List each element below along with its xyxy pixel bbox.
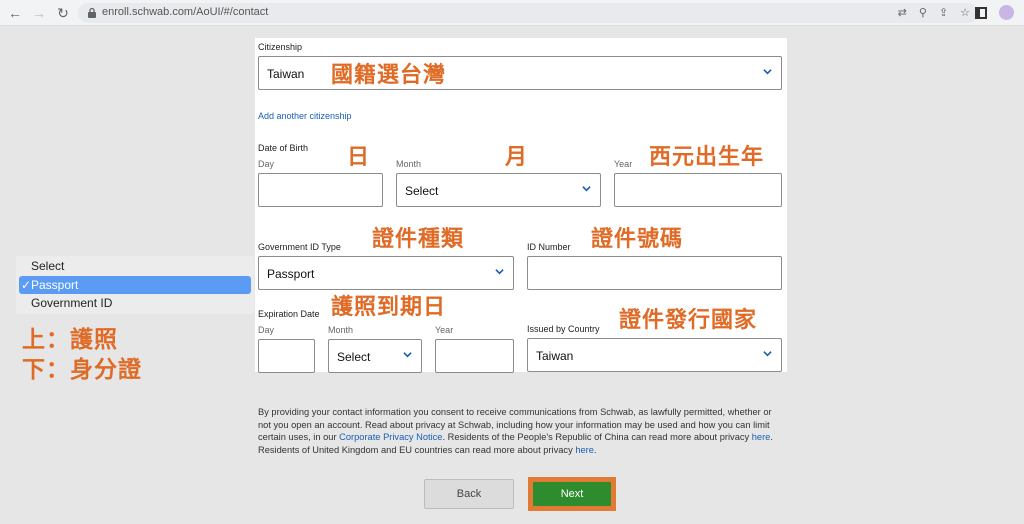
next-button[interactable]: Next [533, 482, 611, 506]
address-bar[interactable]: enroll.schwab.com/AoUI/#/contact ⇄ ⚲ ⇪ ☆ [78, 3, 978, 23]
dob-month-value: Select [405, 184, 439, 198]
uk-eu-privacy-link[interactable]: here [575, 445, 594, 455]
chevron-down-icon [582, 186, 591, 192]
option-passport[interactable]: ✓ Passport [19, 276, 251, 294]
contact-form: Citizenship Taiwan 國籍選台灣 Add another cit… [255, 38, 787, 373]
url-text: enroll.schwab.com/AoUI/#/contact [102, 6, 269, 18]
gov-id-type-value: Passport [267, 267, 315, 281]
dob-month-label: Month [396, 159, 422, 169]
dob-month-select[interactable]: Select [396, 173, 601, 207]
dob-year-label: Year [614, 159, 633, 169]
id-type-dropdown-popup: Select ✓ Passport Government ID [16, 256, 254, 314]
gov-id-type-label: Government ID Type [258, 242, 341, 252]
annotation-day: 日 [347, 144, 371, 169]
gov-id-type-select[interactable]: Passport [258, 256, 514, 290]
annotation-expiration: 護照到期日 [331, 294, 447, 319]
exp-month-label: Month [328, 325, 354, 335]
side-note-bottom: 下：身分證 [22, 356, 142, 382]
browser-toolbar: ← → ↻ enroll.schwab.com/AoUI/#/contact ⇄… [0, 0, 1024, 26]
next-button-highlight: Next [528, 477, 616, 511]
checkmark-icon: ✓ [21, 278, 32, 292]
issued-by-value: Taiwan [536, 349, 574, 363]
bookmark-star-icon[interactable]: ☆ [960, 5, 970, 21]
china-privacy-link[interactable]: here [752, 432, 771, 442]
dob-year-input[interactable] [614, 173, 782, 207]
share-icon[interactable]: ⇪ [939, 5, 948, 21]
chevron-down-icon [403, 352, 412, 358]
forward-arrow-icon[interactable]: → [30, 4, 48, 22]
privacy-disclosure: By providing your contact information yo… [258, 407, 773, 455]
exp-day-label: Day [258, 325, 275, 335]
annotation-year: 西元出生年 [649, 144, 765, 169]
dob-day-label: Day [258, 159, 275, 169]
citizenship-label: Citizenship [258, 42, 303, 52]
profile-avatar[interactable] [999, 5, 1014, 20]
annotation-id-number: 證件號碼 [591, 226, 684, 251]
chevron-down-icon [763, 351, 772, 357]
side-panel-icon[interactable] [975, 6, 987, 19]
back-arrow-icon[interactable]: ← [6, 4, 24, 22]
exp-year-label: Year [435, 325, 454, 335]
chevron-down-icon [763, 69, 772, 75]
annotation-id-type: 證件種類 [372, 226, 465, 251]
option-government-id[interactable]: Government ID [19, 294, 251, 312]
id-number-label: ID Number [527, 242, 571, 252]
back-button[interactable]: Back [424, 479, 514, 509]
expiration-label: Expiration Date [258, 309, 320, 319]
exp-month-value: Select [337, 350, 371, 364]
citizenship-value: Taiwan [267, 67, 305, 81]
dob-day-input[interactable] [258, 173, 383, 207]
exp-year-input[interactable] [435, 339, 514, 373]
exp-month-select[interactable]: Select [328, 339, 422, 373]
side-note-top: 上：護照 [22, 326, 118, 352]
option-select[interactable]: Select [19, 257, 251, 275]
zoom-icon[interactable]: ⚲ [919, 5, 927, 21]
annotation-month: 月 [505, 144, 529, 169]
corporate-privacy-notice-link[interactable]: Corporate Privacy Notice [339, 432, 442, 442]
translate-icon[interactable]: ⇄ [898, 5, 907, 21]
issued-by-label: Issued by Country [527, 324, 600, 334]
reload-icon[interactable]: ↻ [54, 4, 72, 22]
issued-by-select[interactable]: Taiwan [527, 338, 782, 372]
annotation-citizenship: 國籍選台灣 [331, 62, 447, 87]
annotation-issued-by: 證件發行國家 [619, 307, 758, 332]
lock-icon [88, 7, 96, 18]
dob-label: Date of Birth [258, 143, 309, 153]
add-citizenship-link[interactable]: Add another citizenship [258, 111, 352, 121]
id-number-input[interactable] [527, 256, 782, 290]
chevron-down-icon [495, 269, 504, 275]
exp-day-input[interactable] [258, 339, 315, 373]
